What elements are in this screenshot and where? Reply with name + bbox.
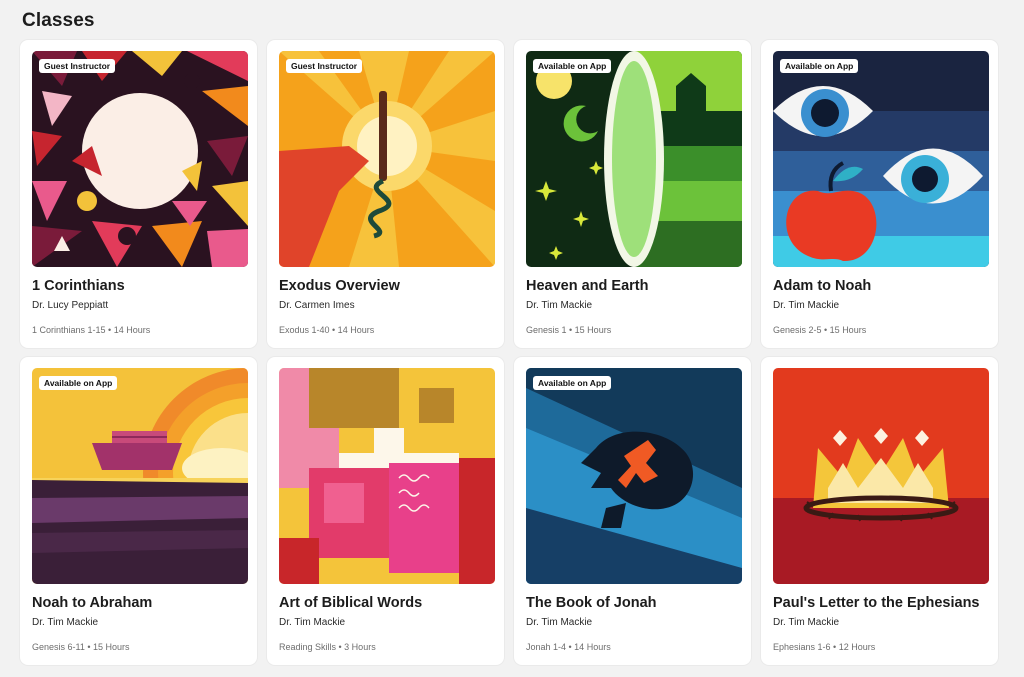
class-artwork[interactable]: Guest Instructor: [32, 51, 248, 267]
class-artwork[interactable]: Guest Instructor: [279, 51, 495, 267]
class-title[interactable]: Heaven and Earth: [526, 278, 649, 294]
class-title[interactable]: Art of Biblical Words: [279, 595, 422, 611]
class-title[interactable]: Adam to Noah: [773, 278, 871, 294]
class-instructor: Dr. Tim Mackie: [773, 617, 840, 628]
class-instructor: Dr. Lucy Peppiatt: [32, 300, 109, 311]
classes-grid: Guest Instructor 1 Corinthians Dr. Lucy …: [20, 40, 998, 665]
class-instructor: Dr. Carmen Imes: [279, 300, 355, 311]
class-title[interactable]: Noah to Abraham: [32, 595, 152, 611]
class-meta: Genesis 6-11 • 15 Hours: [32, 642, 130, 652]
class-card-art-of-biblical-words[interactable]: Art of Biblical Words Dr. Tim Mackie Rea…: [267, 357, 504, 665]
class-card-heaven-and-earth[interactable]: Available on App Heaven and Earth Dr. Ti…: [514, 40, 751, 348]
heaven-and-earth-artwork-image: [526, 51, 742, 267]
class-card-pauls-letter-to-the-ephesians[interactable]: Paul's Letter to the Ephesians Dr. Tim M…: [761, 357, 998, 665]
class-title[interactable]: The Book of Jonah: [526, 595, 657, 611]
ark-and-rainbow-artwork-image: [32, 368, 248, 584]
jonah-and-fish-artwork-image: [526, 368, 742, 584]
class-instructor: Dr. Tim Mackie: [526, 617, 593, 628]
eyes-and-apple-artwork-image: [773, 51, 989, 267]
class-card-the-book-of-jonah[interactable]: Available on App The Book of Jonah Dr. T…: [514, 357, 751, 665]
class-title[interactable]: Paul's Letter to the Ephesians: [773, 595, 980, 611]
class-meta: Genesis 2-5 • 15 Hours: [773, 325, 867, 335]
collage-artwork-image: [279, 368, 495, 584]
mosaic-artwork-image: [32, 51, 248, 267]
class-card-adam-to-noah[interactable]: Available on App Adam to Noah Dr. Tim Ma…: [761, 40, 998, 348]
class-instructor: Dr. Tim Mackie: [279, 617, 346, 628]
available-on-app-badge: Available on App: [533, 59, 612, 73]
class-meta: Reading Skills • 3 Hours: [279, 642, 376, 652]
class-artwork[interactable]: [279, 368, 495, 584]
available-on-app-badge: Available on App: [533, 376, 612, 390]
class-artwork[interactable]: Available on App: [526, 51, 742, 267]
class-meta: Genesis 1 • 15 Hours: [526, 325, 612, 335]
class-instructor: Dr. Tim Mackie: [32, 617, 99, 628]
guest-instructor-badge: Guest Instructor: [286, 59, 363, 73]
class-card-1-corinthians[interactable]: Guest Instructor 1 Corinthians Dr. Lucy …: [20, 40, 257, 348]
class-artwork[interactable]: Available on App: [773, 51, 989, 267]
guest-instructor-badge: Guest Instructor: [39, 59, 116, 73]
class-instructor: Dr. Tim Mackie: [773, 300, 840, 311]
available-on-app-badge: Available on App: [39, 376, 118, 390]
class-card-noah-to-abraham[interactable]: Available on App Noah to Abraham Dr. Tim…: [20, 357, 257, 665]
class-title[interactable]: Exodus Overview: [279, 278, 400, 294]
class-artwork[interactable]: Available on App: [32, 368, 248, 584]
class-meta: 1 Corinthians 1-15 • 14 Hours: [32, 325, 151, 335]
page-title: Classes: [22, 10, 95, 31]
class-title[interactable]: 1 Corinthians: [32, 278, 125, 294]
class-meta: Ephesians 1-6 • 12 Hours: [773, 642, 876, 652]
class-artwork[interactable]: [773, 368, 989, 584]
class-meta: Exodus 1-40 • 14 Hours: [279, 325, 375, 335]
class-artwork[interactable]: Available on App: [526, 368, 742, 584]
available-on-app-badge: Available on App: [780, 59, 859, 73]
class-instructor: Dr. Tim Mackie: [526, 300, 593, 311]
crown-artwork-image: [773, 368, 989, 584]
staff-and-serpent-artwork-image: [279, 51, 495, 267]
class-meta: Jonah 1-4 • 14 Hours: [526, 642, 611, 652]
class-card-exodus-overview[interactable]: Guest Instructor Exodus Overview Dr. Car…: [267, 40, 504, 348]
